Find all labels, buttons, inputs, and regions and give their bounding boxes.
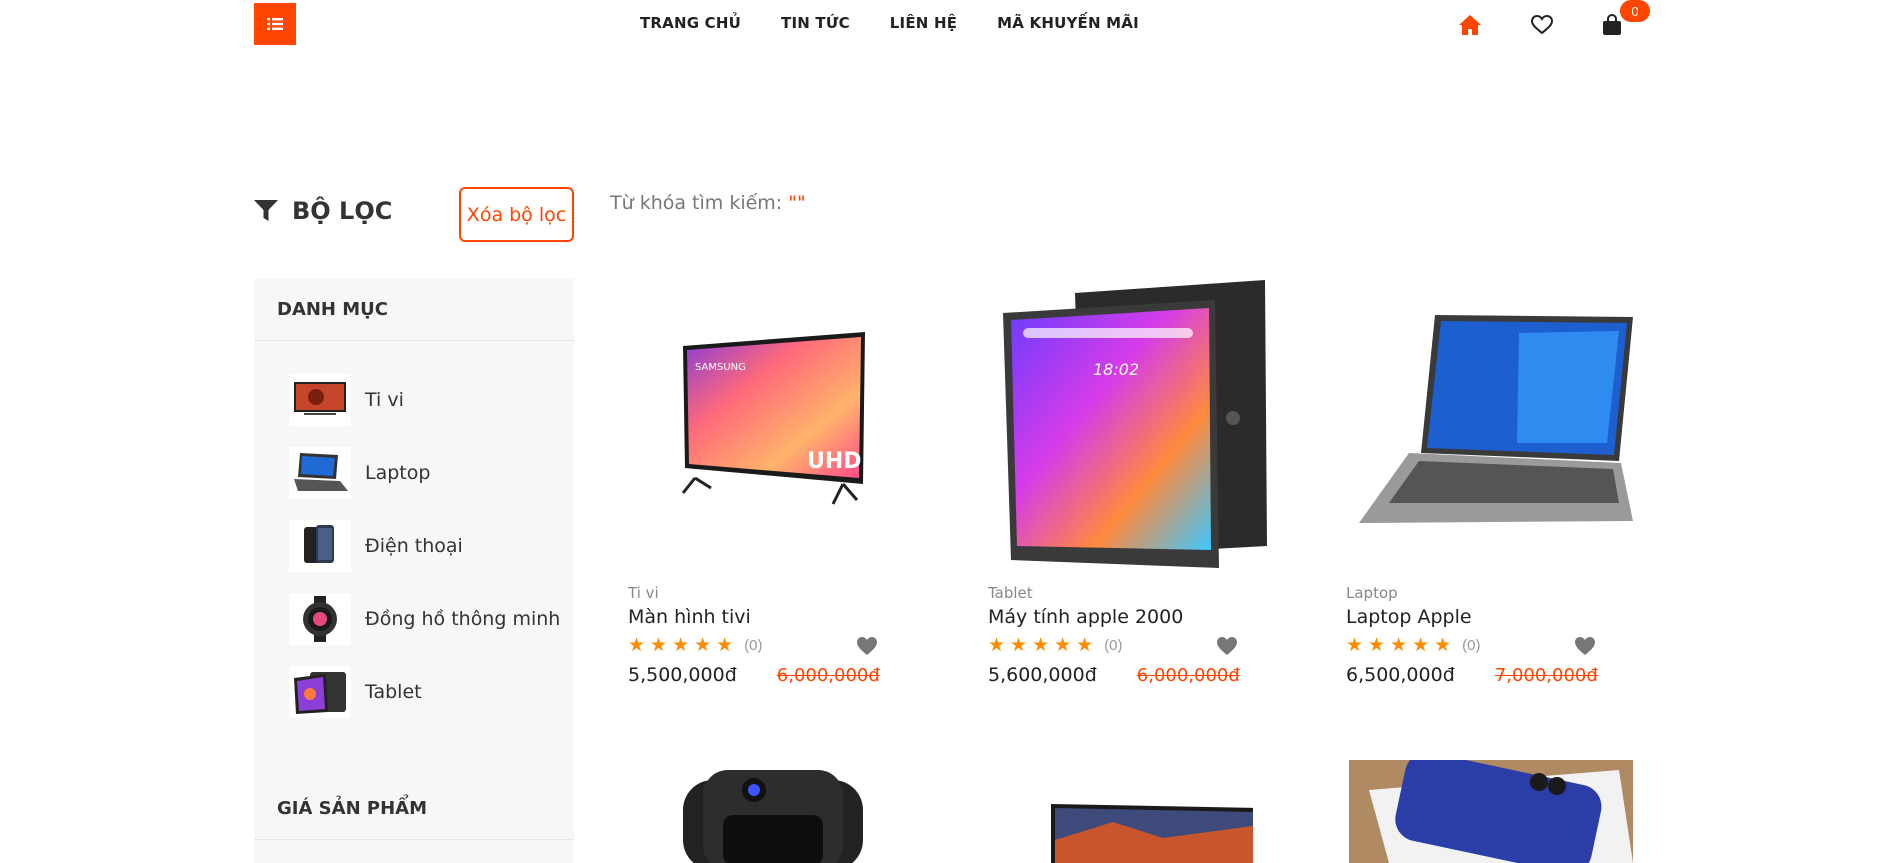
product-card[interactable]: SAMSUNG UHD Ti vi Màn hình tivi ★★★★★ (0… (628, 278, 918, 686)
product-image[interactable] (628, 760, 918, 863)
header: TRANG CHỦ TIN TỨC LIÊN HỆ MÃ KHUYẾN MÃI … (0, 0, 1895, 50)
sale-price: 5,500,000đ (628, 664, 737, 686)
product-price: 5,600,000đ 6,000,000đ (988, 664, 1278, 686)
product-rating: ★★★★★ (0) (628, 634, 918, 656)
product-card[interactable] (988, 760, 1278, 863)
product-price: 5,500,000đ 6,000,000đ (628, 664, 918, 686)
add-to-wishlist-icon[interactable] (856, 636, 878, 661)
original-price: 6,000,000đ (776, 665, 880, 686)
product-image[interactable]: 18:02 (988, 278, 1278, 568)
rating-stars: ★★★★★ (1346, 634, 1457, 656)
product-category: Laptop (1346, 584, 1398, 602)
clear-filter-button[interactable]: Xóa bộ lọc (459, 187, 574, 242)
filter-heading: BỘ LỌC (254, 197, 392, 225)
add-to-wishlist-icon[interactable] (1574, 636, 1596, 661)
category-label: Ti vi (365, 388, 404, 411)
nav-home[interactable]: TRANG CHỦ (640, 14, 741, 32)
product-image[interactable] (1346, 760, 1636, 863)
laptop-thumbnail (289, 446, 351, 499)
price-section: GIÁ SẢN PHẨM (254, 778, 574, 840)
keyword-label: Từ khóa tìm kiếm: (610, 192, 783, 214)
rating-stars: ★★★★★ (988, 634, 1099, 656)
svg-text:UHD: UHD (807, 449, 862, 474)
product-name[interactable]: Máy tính apple 2000 (988, 606, 1278, 628)
product-image[interactable] (988, 760, 1278, 863)
product-card[interactable] (1346, 760, 1636, 863)
home-icon[interactable] (1457, 12, 1483, 38)
product-image[interactable] (1346, 278, 1636, 568)
original-price: 6,000,000đ (1136, 665, 1240, 686)
nav-contact[interactable]: LIÊN HỆ (890, 14, 957, 32)
product-category: Tablet (988, 584, 1033, 602)
category-item-laptop[interactable]: Laptop (254, 436, 574, 509)
add-to-wishlist-icon[interactable] (1216, 636, 1238, 661)
menu-button[interactable] (254, 3, 296, 45)
product-image[interactable]: SAMSUNG UHD (628, 278, 918, 568)
rating-stars: ★★★★★ (628, 634, 739, 656)
product-price: 6,500,000đ 7,000,000đ (1346, 664, 1636, 686)
category-label: Laptop (365, 461, 431, 484)
main-nav: TRANG CHỦ TIN TỨC LIÊN HỆ MÃ KHUYẾN MÃI (640, 14, 1139, 32)
keyword-value: "" (788, 192, 806, 214)
filter-icon (254, 200, 278, 221)
nav-promo[interactable]: MÃ KHUYẾN MÃI (997, 14, 1139, 32)
product-rating: ★★★★★ (0) (1346, 634, 1636, 656)
category-item-tablet[interactable]: Tablet (254, 655, 574, 728)
price-heading: GIÁ SẢN PHẨM (254, 778, 574, 840)
svg-text:18:02: 18:02 (1093, 360, 1139, 379)
original-price: 7,000,000đ (1494, 665, 1598, 686)
rating-count: (0) (1462, 636, 1481, 654)
category-label: Đồng hồ thông minh (365, 607, 561, 630)
category-label: Điện thoại (365, 534, 463, 557)
sale-price: 5,600,000đ (988, 664, 1097, 686)
phone-thumbnail (289, 519, 351, 572)
product-card[interactable]: 18:02 Tablet Máy tính apple 2000 ★★★★★ (… (988, 278, 1278, 686)
tv-thumbnail (289, 373, 351, 426)
rating-count: (0) (744, 636, 763, 654)
filter-sidebar: DANH MỤC Ti vi Laptop Điện thoại Đồng hồ… (254, 279, 574, 863)
cart-count-badge: 0 (1620, 0, 1650, 22)
product-card[interactable] (628, 760, 918, 863)
category-item-tivi[interactable]: Ti vi (254, 363, 574, 436)
product-card[interactable]: Laptop Laptop Apple ★★★★★ (0) 6,500,000đ… (1346, 278, 1636, 686)
heart-icon[interactable] (1529, 12, 1555, 38)
category-item-phone[interactable]: Điện thoại (254, 509, 574, 582)
search-keyword: Từ khóa tìm kiếm: "" (610, 192, 806, 214)
category-item-smartwatch[interactable]: Đồng hồ thông minh (254, 582, 574, 655)
svg-text:SAMSUNG: SAMSUNG (695, 362, 746, 373)
product-category: Ti vi (628, 584, 659, 602)
category-label: Tablet (365, 680, 422, 703)
category-heading: DANH MỤC (254, 279, 574, 341)
filter-title: BỘ LỌC (292, 197, 393, 225)
category-list: Ti vi Laptop Điện thoại Đồng hồ thông mi… (254, 341, 574, 728)
product-name[interactable]: Màn hình tivi (628, 606, 918, 628)
product-name[interactable]: Laptop Apple (1346, 606, 1636, 628)
tablet-thumbnail (289, 665, 351, 718)
product-rating: ★★★★★ (0) (988, 634, 1278, 656)
sale-price: 6,500,000đ (1346, 664, 1455, 686)
nav-news[interactable]: TIN TỨC (781, 14, 850, 32)
list-icon (267, 18, 283, 30)
rating-count: (0) (1104, 636, 1123, 654)
smartwatch-thumbnail (289, 592, 351, 645)
